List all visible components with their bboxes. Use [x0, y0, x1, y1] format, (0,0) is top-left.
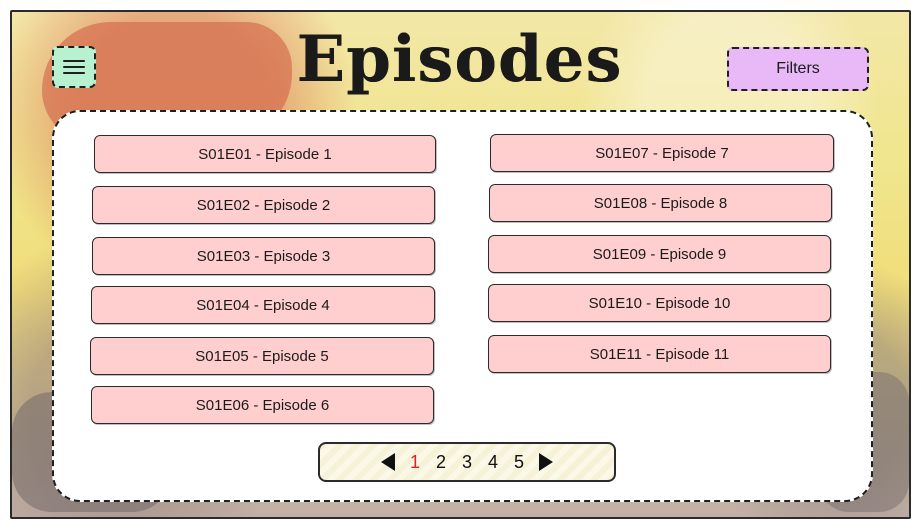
right-triangle-icon[interactable] [539, 453, 553, 471]
episode-button-s01e03[interactable]: S01E03 - Episode 3 [92, 237, 435, 275]
episode-button-s01e06[interactable]: S01E06 - Episode 6 [91, 386, 434, 424]
page-2-link[interactable]: 2 [435, 452, 447, 473]
episode-button-s01e05[interactable]: S01E05 - Episode 5 [90, 337, 434, 375]
page-1-link[interactable]: 1 [409, 452, 421, 473]
episode-button-s01e11[interactable]: S01E11 - Episode 11 [488, 335, 831, 373]
episode-button-s01e02[interactable]: S01E02 - Episode 2 [92, 186, 435, 224]
episode-button-s01e09[interactable]: S01E09 - Episode 9 [488, 235, 831, 273]
filters-button[interactable]: Filters [727, 47, 869, 91]
episode-button-s01e01[interactable]: S01E01 - Episode 1 [94, 135, 436, 173]
episode-button-s01e04[interactable]: S01E04 - Episode 4 [91, 286, 435, 324]
page-5-link[interactable]: 5 [513, 452, 525, 473]
page-4-link[interactable]: 4 [487, 452, 499, 473]
episode-button-s01e10[interactable]: S01E10 - Episode 10 [488, 284, 831, 322]
left-triangle-icon[interactable] [381, 453, 395, 471]
episode-button-s01e07[interactable]: S01E07 - Episode 7 [490, 134, 834, 172]
pagination: 1 2 3 4 5 [318, 442, 616, 482]
episode-button-s01e08[interactable]: S01E08 - Episode 8 [489, 184, 832, 222]
page-3-link[interactable]: 3 [461, 452, 473, 473]
